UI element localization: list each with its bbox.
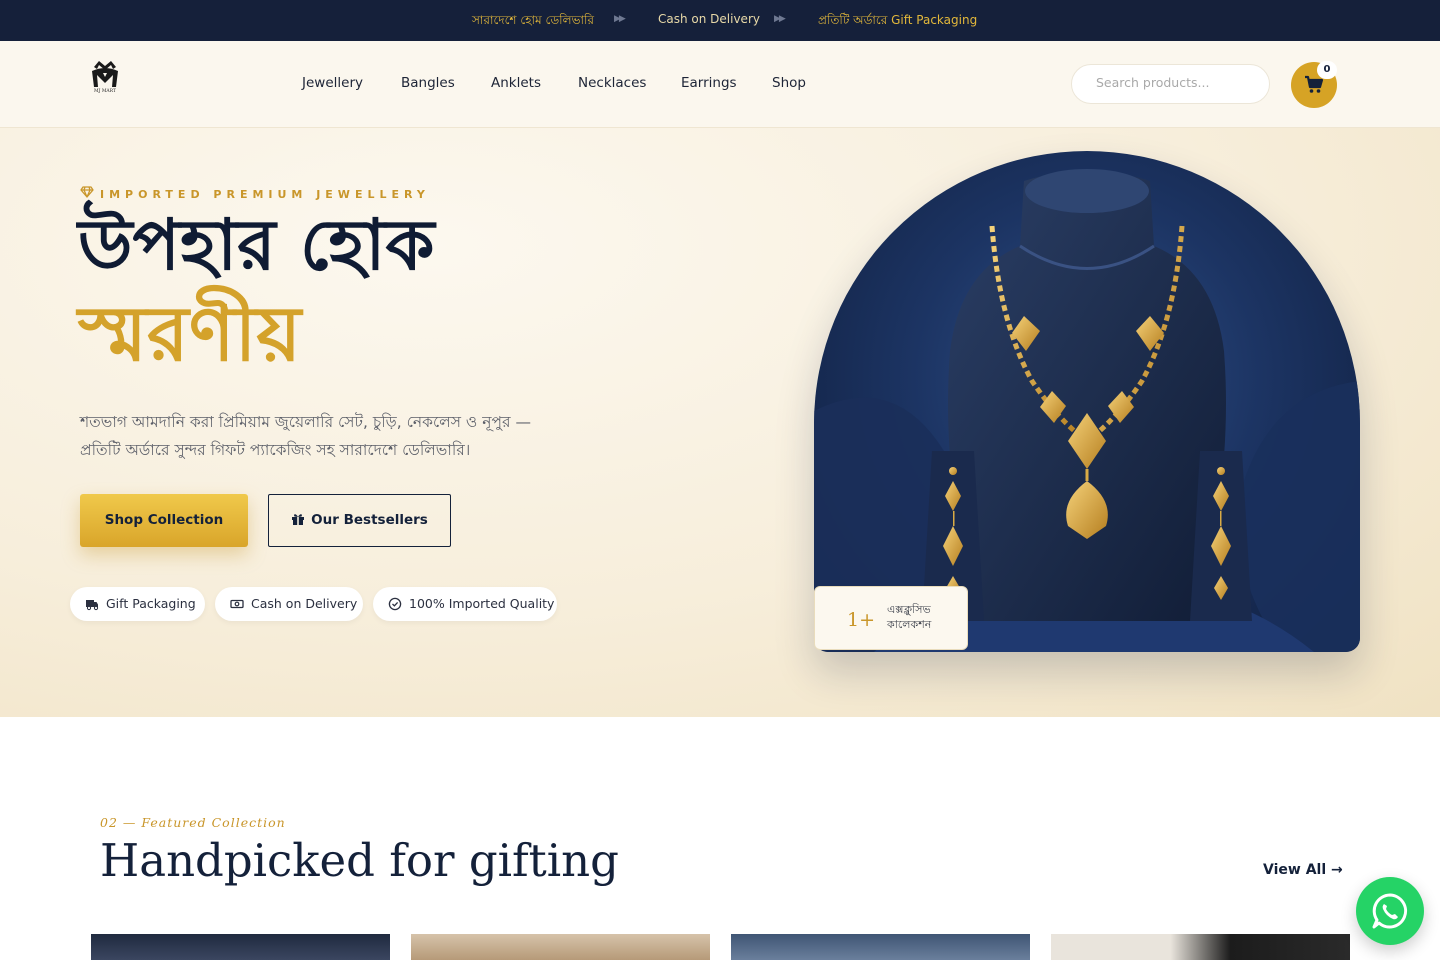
cart-count-badge: 0 (1317, 61, 1337, 79)
hero-title-line1: উপহার হোক (78, 204, 435, 286)
whatsapp-icon (1372, 893, 1408, 929)
feature-imported-quality-label: 100% Imported Quality (409, 596, 555, 611)
our-bestsellers-label: Our Bestsellers (311, 512, 428, 528)
our-bestsellers-button[interactable]: Our Bestsellers (268, 494, 451, 547)
delivery-truck-icon (86, 600, 99, 611)
product-card[interactable] (1051, 934, 1350, 960)
feature-cash-on-delivery-label: Cash on Delivery (251, 596, 358, 611)
brand-logo[interactable]: MJ MART (86, 57, 124, 101)
nav-shop[interactable]: Shop (772, 75, 806, 91)
badge-text-line2: কালেকশন (887, 618, 932, 631)
nav-anklets[interactable]: Anklets (491, 75, 541, 91)
feature-cash-on-delivery: Cash on Delivery (215, 587, 363, 621)
crown-logo-icon (92, 61, 118, 87)
feature-gift-packaging-label: Gift Packaging (106, 596, 196, 611)
featured-section-title: Handpicked for gifting (100, 834, 619, 887)
badge-number: 1+ (847, 609, 876, 631)
product-card[interactable] (91, 934, 390, 960)
hero-eyebrow-text: IMPORTED PREMIUM JEWELLERY (100, 188, 430, 201)
whatsapp-chat-button[interactable] (1356, 877, 1424, 945)
hero-description: শতভাগ আমদানি করা প্রিমিয়াম জুয়েলারি সে… (80, 413, 531, 459)
product-card[interactable] (731, 934, 1030, 960)
announcement-home-delivery: সারাদেশে হোম ডেলিভারি (472, 13, 595, 27)
announcement-bar: সারাদেশে হোম ডেলিভারি ▶▶ Cash on Deliver… (0, 0, 1440, 41)
product-card[interactable] (411, 934, 710, 960)
double-chevron-icon: ▶▶ (774, 14, 786, 24)
announcement-cod: Cash on Delivery (658, 12, 760, 26)
view-all-link[interactable]: View All → (1263, 862, 1343, 878)
hero-section: IMPORTED PREMIUM JEWELLERY উপহার হোক স্ম… (0, 128, 1440, 717)
featured-section-label: 02 — Featured Collection (100, 815, 286, 830)
necklace-display-illustration (814, 169, 1360, 652)
hero-eyebrow: IMPORTED PREMIUM JEWELLERY (80, 186, 430, 201)
badge-text: এক্সক্লুসিভ কালেকশন (887, 602, 931, 632)
money-bill-icon (230, 599, 244, 609)
hero-title-line2: স্মরণীয় (78, 289, 302, 378)
gift-icon (292, 514, 305, 525)
announcement-gift-packaging: প্রতিটি অর্ডারে Gift Packaging (818, 13, 978, 27)
badge-text-line1: এক্সক্লুসিভ (887, 603, 931, 616)
brand-name: MJ MART (93, 89, 116, 94)
search-box (1071, 64, 1270, 104)
hero-product-image (814, 151, 1360, 652)
double-chevron-icon: ▶▶ (614, 14, 626, 24)
nav-necklaces[interactable]: Necklaces (578, 75, 646, 91)
feature-imported-quality: 100% Imported Quality (373, 587, 557, 621)
diamond-icon (80, 186, 94, 198)
search-input[interactable] (1096, 75, 1256, 90)
shop-collection-button[interactable]: Shop Collection (80, 494, 248, 547)
nav-bangles[interactable]: Bangles (401, 75, 455, 91)
check-circle-icon (388, 597, 402, 611)
nav-earrings[interactable]: Earrings (681, 75, 737, 91)
nav-jewellery[interactable]: Jewellery (302, 75, 363, 91)
feature-gift-packaging: Gift Packaging (70, 587, 205, 621)
exclusive-collection-badge: 1+ এক্সক্লুসিভ কালেকশন (814, 586, 968, 650)
site-header: MJ MART Jewellery Bangles Anklets Neckla… (0, 41, 1440, 128)
